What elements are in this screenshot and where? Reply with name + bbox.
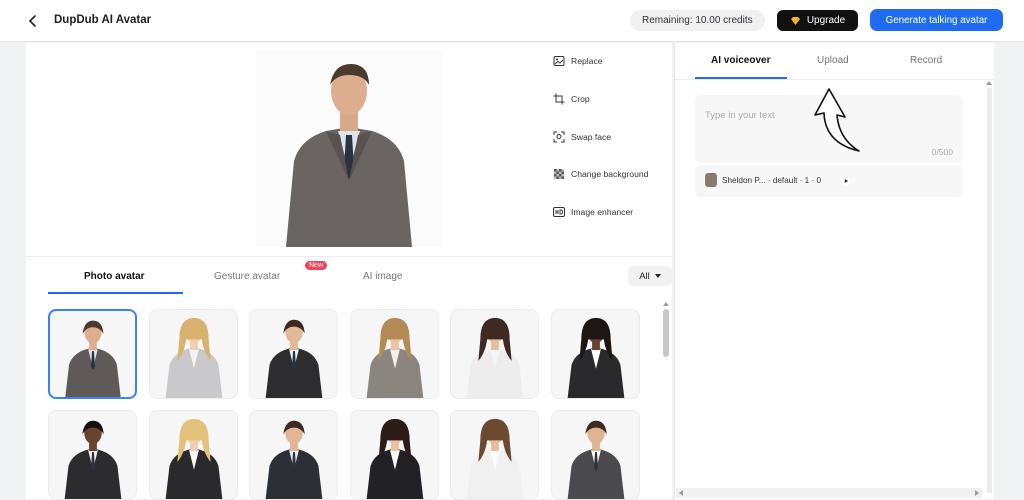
horizontal-scrollbar[interactable]: [676, 488, 982, 498]
avatar-photo-image: [466, 317, 524, 398]
avatar-photo-image: [265, 319, 323, 398]
scrollbar-thumb[interactable]: [663, 309, 669, 357]
credits-badge: Remaining: 10.00 credits: [630, 10, 765, 31]
avatar-thumbnail[interactable]: [550, 309, 640, 399]
avatar-thumbnail[interactable]: [450, 309, 539, 399]
character-counter: 0/500: [931, 147, 953, 157]
avatar-photo-image: [265, 420, 323, 499]
crop-tool[interactable]: Crop: [553, 93, 590, 105]
avatar-photo-image: [366, 418, 423, 499]
avatar-photo-image: [466, 418, 524, 499]
avatar-type-tabs: Photo avatar Gesture avatar New AI image…: [48, 257, 672, 295]
top-bar: DupDub AI Avatar Remaining: 10.00 credit…: [0, 0, 1024, 42]
avatar-panel: Replace Crop Swap face Change background…: [26, 43, 672, 500]
avatar-thumbnail[interactable]: [148, 309, 238, 399]
image-icon: [553, 56, 565, 66]
voice-avatar: [705, 173, 717, 187]
face-scan-icon: [553, 131, 565, 143]
avatar-photo-image: [165, 317, 222, 398]
image-enhancer-label: Image enhancer: [571, 207, 634, 217]
tab-ai-voiceover[interactable]: AI voiceover: [711, 55, 770, 66]
tab-ai-image[interactable]: AI image: [363, 271, 402, 282]
filter-label: All: [639, 270, 650, 282]
tab-photo-avatar[interactable]: Photo avatar: [84, 271, 145, 282]
avatar-thumbnail[interactable]: [48, 410, 137, 500]
upgrade-button[interactable]: Upgrade: [777, 10, 858, 31]
change-background-tool[interactable]: Change background: [553, 168, 648, 180]
replace-tool[interactable]: Replace: [553, 55, 603, 67]
avatar-thumbnail[interactable]: [450, 410, 539, 500]
avatar-thumbnail[interactable]: [349, 410, 439, 500]
chevron-left-icon: [28, 15, 36, 27]
avatar-photo-image: [165, 418, 222, 499]
tabs-divider: [675, 79, 995, 80]
avatar-filter-dropdown[interactable]: All: [628, 266, 672, 286]
scrollbar-track: [987, 88, 992, 493]
image-enhancer-tool[interactable]: Image enhancer: [553, 206, 633, 218]
swap-face-tool[interactable]: Swap face: [553, 131, 611, 143]
checker-icon: [554, 169, 564, 179]
replace-label: Replace: [571, 56, 603, 66]
new-badge: New: [305, 261, 328, 270]
voice-selector[interactable]: Sheldon P... · default · 1 · 0: [705, 173, 821, 187]
man-in-suit-image: [286, 63, 412, 247]
active-tab-indicator: [48, 292, 183, 294]
avatar-photo-image: [65, 320, 121, 397]
avatar-preview: Replace Crop Swap face Change background…: [26, 43, 672, 257]
avatar-thumbnail[interactable]: [249, 410, 338, 500]
scroll-right-arrow-icon: [975, 490, 979, 496]
avatar-photo-image: [567, 420, 624, 499]
preview-photo: [256, 51, 442, 247]
back-button[interactable]: [24, 12, 42, 30]
app-title: DupDub AI Avatar: [54, 14, 152, 26]
avatar-grid: [48, 309, 648, 500]
voiceover-scrollbar[interactable]: [985, 80, 993, 499]
avatar-thumbnail[interactable]: [349, 309, 439, 399]
scroll-up-arrow-icon: [663, 302, 669, 306]
voice-selector-row: Sheldon P... · default · 1 · 0: [695, 165, 963, 197]
avatar-thumbnail[interactable]: [148, 410, 238, 500]
voiceover-panel: AI voiceover Upload Record Type in your …: [674, 43, 995, 499]
change-background-label: Change background: [571, 169, 649, 179]
tab-record[interactable]: Record: [910, 55, 942, 66]
avatar-thumbnail[interactable]: [550, 410, 640, 500]
avatar-photo-image: [567, 317, 624, 398]
play-voice-button[interactable]: [838, 173, 854, 189]
generate-talking-avatar-button[interactable]: Generate talking avatar: [870, 9, 1003, 31]
hd-icon: [553, 207, 565, 217]
avatar-photo-image: [366, 317, 423, 398]
avatar-photo-image: [64, 420, 122, 499]
script-placeholder: Type in your text: [705, 110, 775, 121]
avatar-thumbnail[interactable]: [249, 309, 338, 399]
crop-label: Crop: [571, 94, 590, 104]
play-icon: [841, 176, 851, 186]
caret-down-icon: [654, 273, 661, 278]
crop-icon: [553, 93, 565, 105]
scroll-left-arrow-icon: [679, 490, 683, 496]
swap-face-label: Swap face: [571, 132, 612, 142]
tab-gesture-avatar[interactable]: Gesture avatar: [214, 271, 280, 282]
diamond-icon: [790, 16, 800, 25]
scroll-up-arrow-icon: [986, 81, 992, 85]
tab-upload[interactable]: Upload: [817, 55, 849, 66]
annotation-arrow-icon: [814, 88, 860, 152]
voice-label: Sheldon P... · default · 1 · 0: [722, 175, 822, 185]
avatar-grid-scrollbar[interactable]: [662, 301, 670, 499]
avatar-thumbnail[interactable]: [48, 309, 137, 399]
upgrade-label: Upgrade: [806, 15, 846, 26]
